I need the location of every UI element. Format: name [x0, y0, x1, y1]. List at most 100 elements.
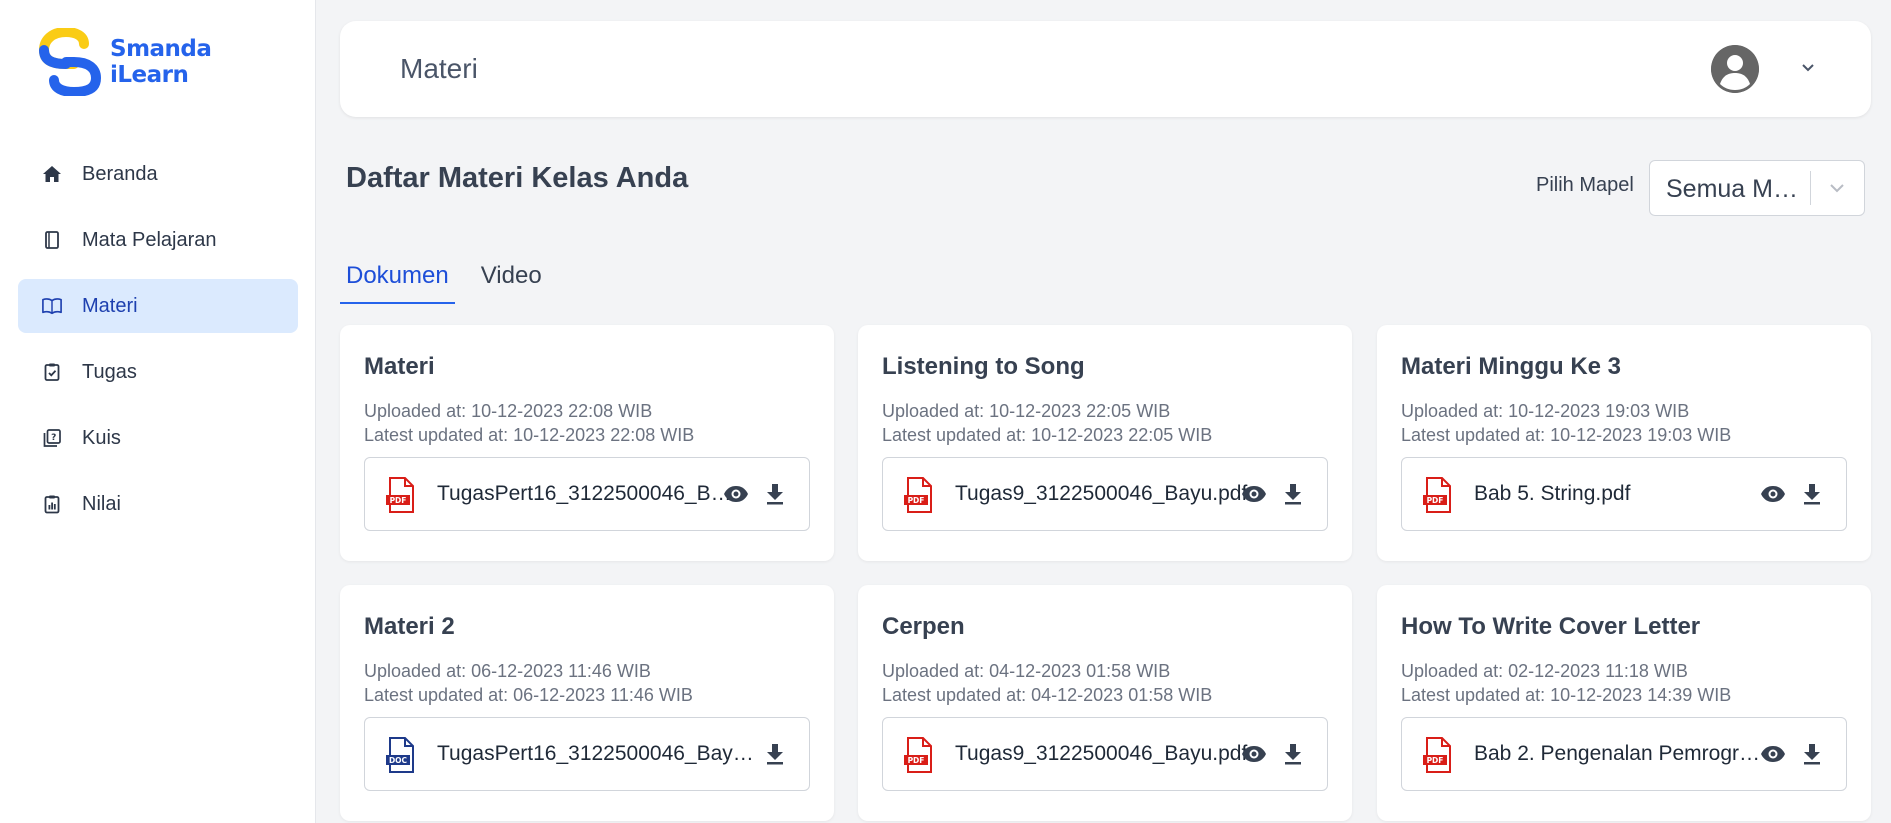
file-name[interactable]: TugasPert16_3122500046_Bayu.pdf [437, 482, 733, 506]
quiz-icon: ? [42, 428, 62, 448]
sidebar-item-materi[interactable]: Materi [18, 279, 298, 333]
open-book-icon [42, 296, 62, 316]
uploaded-at: Uploaded at: 10-12-2023 19:03 WIB [1401, 401, 1690, 421]
pdf-file-icon: PDF [1422, 477, 1454, 518]
page-title: Materi [400, 53, 478, 84]
card-meta: Uploaded at: 10-12-2023 22:05 WIB Latest… [882, 399, 1212, 447]
material-card: How To Write Cover Letter Uploaded at: 0… [1377, 585, 1871, 821]
uploaded-at: Uploaded at: 06-12-2023 11:46 WIB [364, 661, 651, 681]
logo-line2: iLearn [110, 62, 189, 88]
uploaded-at: Uploaded at: 10-12-2023 22:08 WIB [364, 401, 653, 421]
tab-dokumen[interactable]: Dokumen [340, 260, 455, 304]
logo-text: Smanda iLearn [110, 36, 212, 88]
download-icon[interactable] [1283, 742, 1303, 771]
home-icon [42, 164, 62, 184]
report-icon [42, 494, 62, 514]
sidebar-item-label: Materi [82, 294, 138, 317]
sidebar-item-mata-pelajaran[interactable]: Mata Pelajaran [18, 213, 298, 267]
download-icon[interactable] [765, 742, 785, 771]
updated-at: Latest updated at: 10-12-2023 22:08 WIB [364, 425, 695, 445]
card-title: Materi [364, 353, 435, 380]
eye-icon[interactable] [1760, 483, 1786, 510]
eye-icon[interactable] [1241, 483, 1267, 510]
card-meta: Uploaded at: 10-12-2023 19:03 WIB Latest… [1401, 399, 1731, 447]
card-meta: Uploaded at: 06-12-2023 11:46 WIB Latest… [364, 659, 693, 707]
svg-text:PDF: PDF [908, 496, 925, 505]
sidebar-item-beranda[interactable]: Beranda [18, 147, 298, 201]
download-icon[interactable] [1802, 742, 1822, 771]
tab-video[interactable]: Video [475, 260, 548, 304]
file-attachment: PDF Tugas9_3122500046_Bayu.pdf [882, 457, 1328, 531]
uploaded-at: Uploaded at: 10-12-2023 22:05 WIB [882, 401, 1171, 421]
sidebar-item-label: Mata Pelajaran [82, 228, 217, 251]
svg-text:DOC: DOC [389, 756, 408, 765]
material-card: Materi Uploaded at: 10-12-2023 22:08 WIB… [340, 325, 834, 561]
file-attachment: PDF Tugas9_3122500046_Bayu.pdf [882, 717, 1328, 791]
uploaded-at: Uploaded at: 04-12-2023 01:58 WIB [882, 661, 1171, 681]
card-title: Cerpen [882, 613, 965, 640]
sidebar-item-tugas[interactable]: Tugas [18, 345, 298, 399]
subject-select-value: Semua Mapel [1666, 175, 1806, 203]
logo-mark-icon [38, 28, 102, 96]
updated-at: Latest updated at: 10-12-2023 19:03 WIB [1401, 425, 1732, 445]
pdf-file-icon: PDF [903, 737, 935, 778]
eye-icon[interactable] [1241, 743, 1267, 770]
sidebar-item-label: Kuis [82, 426, 121, 449]
card-meta: Uploaded at: 04-12-2023 01:58 WIB Latest… [882, 659, 1212, 707]
book-icon [42, 230, 62, 250]
material-card: Cerpen Uploaded at: 04-12-2023 01:58 WIB… [858, 585, 1352, 821]
updated-at: Latest updated at: 10-12-2023 14:39 WIB [1401, 685, 1732, 705]
file-name[interactable]: Tugas9_3122500046_Bayu.pdf [955, 482, 1251, 506]
file-attachment: PDF TugasPert16_3122500046_Bayu.pdf [364, 457, 810, 531]
pdf-file-icon: PDF [903, 477, 935, 518]
material-card: Listening to Song Uploaded at: 10-12-202… [858, 325, 1352, 561]
filter-label: Pilih Mapel [1536, 174, 1634, 196]
download-icon[interactable] [1283, 482, 1303, 511]
material-card: Materi 2 Uploaded at: 06-12-2023 11:46 W… [340, 585, 834, 821]
section-title: Daftar Materi Kelas Anda [346, 162, 689, 194]
clipboard-check-icon [42, 362, 62, 382]
svg-text:?: ? [51, 433, 56, 443]
sidebar-item-label: Tugas [82, 360, 137, 383]
uploaded-at: Uploaded at: 02-12-2023 11:18 WIB [1401, 661, 1688, 681]
pdf-file-icon: PDF [1422, 737, 1454, 778]
file-attachment: PDF Bab 5. String.pdf [1401, 457, 1847, 531]
file-attachment: PDF Bab 2. Pengenalan Pemrograman.pdf [1401, 717, 1847, 791]
card-meta: Uploaded at: 10-12-2023 22:08 WIB Latest… [364, 399, 694, 447]
sidebar-item-nilai[interactable]: Nilai [18, 477, 298, 531]
sidebar: Smanda iLearn Beranda Mata Pelajaran Mat… [0, 0, 316, 823]
updated-at: Latest updated at: 04-12-2023 01:58 WIB [882, 685, 1213, 705]
select-divider [1810, 171, 1811, 205]
svg-text:PDF: PDF [1427, 496, 1444, 505]
file-name[interactable]: Bab 5. String.pdf [1474, 482, 1770, 506]
sidebar-item-kuis[interactable]: ? Kuis [18, 411, 298, 465]
sidebar-item-label: Beranda [82, 162, 158, 185]
svg-text:PDF: PDF [390, 496, 407, 505]
card-title: Materi 2 [364, 613, 455, 640]
sidebar-nav: Beranda Mata Pelajaran Materi Tugas ? Ku… [18, 147, 298, 543]
pdf-file-icon: PDF [385, 477, 417, 518]
card-meta: Uploaded at: 02-12-2023 11:18 WIB Latest… [1401, 659, 1731, 707]
file-name[interactable]: Tugas9_3122500046_Bayu.pdf [955, 742, 1251, 766]
chevron-down-icon[interactable] [1800, 59, 1816, 80]
file-name[interactable]: Bab 2. Pengenalan Pemrograman.pdf [1474, 742, 1770, 766]
svg-text:PDF: PDF [1427, 756, 1444, 765]
download-icon[interactable] [765, 482, 785, 511]
eye-icon[interactable] [723, 483, 749, 510]
download-icon[interactable] [1802, 482, 1822, 511]
updated-at: Latest updated at: 10-12-2023 22:05 WIB [882, 425, 1213, 445]
card-title: Materi Minggu Ke 3 [1401, 353, 1622, 380]
svg-text:PDF: PDF [908, 756, 925, 765]
material-tabs: Dokumen Video [340, 260, 568, 304]
user-avatar-icon[interactable] [1711, 45, 1759, 93]
eye-icon[interactable] [1760, 743, 1786, 770]
top-header: Materi [340, 21, 1871, 117]
doc-file-icon: DOC [385, 737, 417, 778]
material-card: Materi Minggu Ke 3 Uploaded at: 10-12-20… [1377, 325, 1871, 561]
card-title: How To Write Cover Letter [1401, 613, 1701, 640]
card-title: Listening to Song [882, 353, 1085, 380]
app-logo[interactable]: Smanda iLearn [38, 28, 212, 96]
subject-select[interactable]: Semua Mapel [1649, 160, 1865, 216]
file-name[interactable]: TugasPert16_3122500046_Bayu.docx [437, 742, 757, 766]
updated-at: Latest updated at: 06-12-2023 11:46 WIB [364, 685, 693, 705]
